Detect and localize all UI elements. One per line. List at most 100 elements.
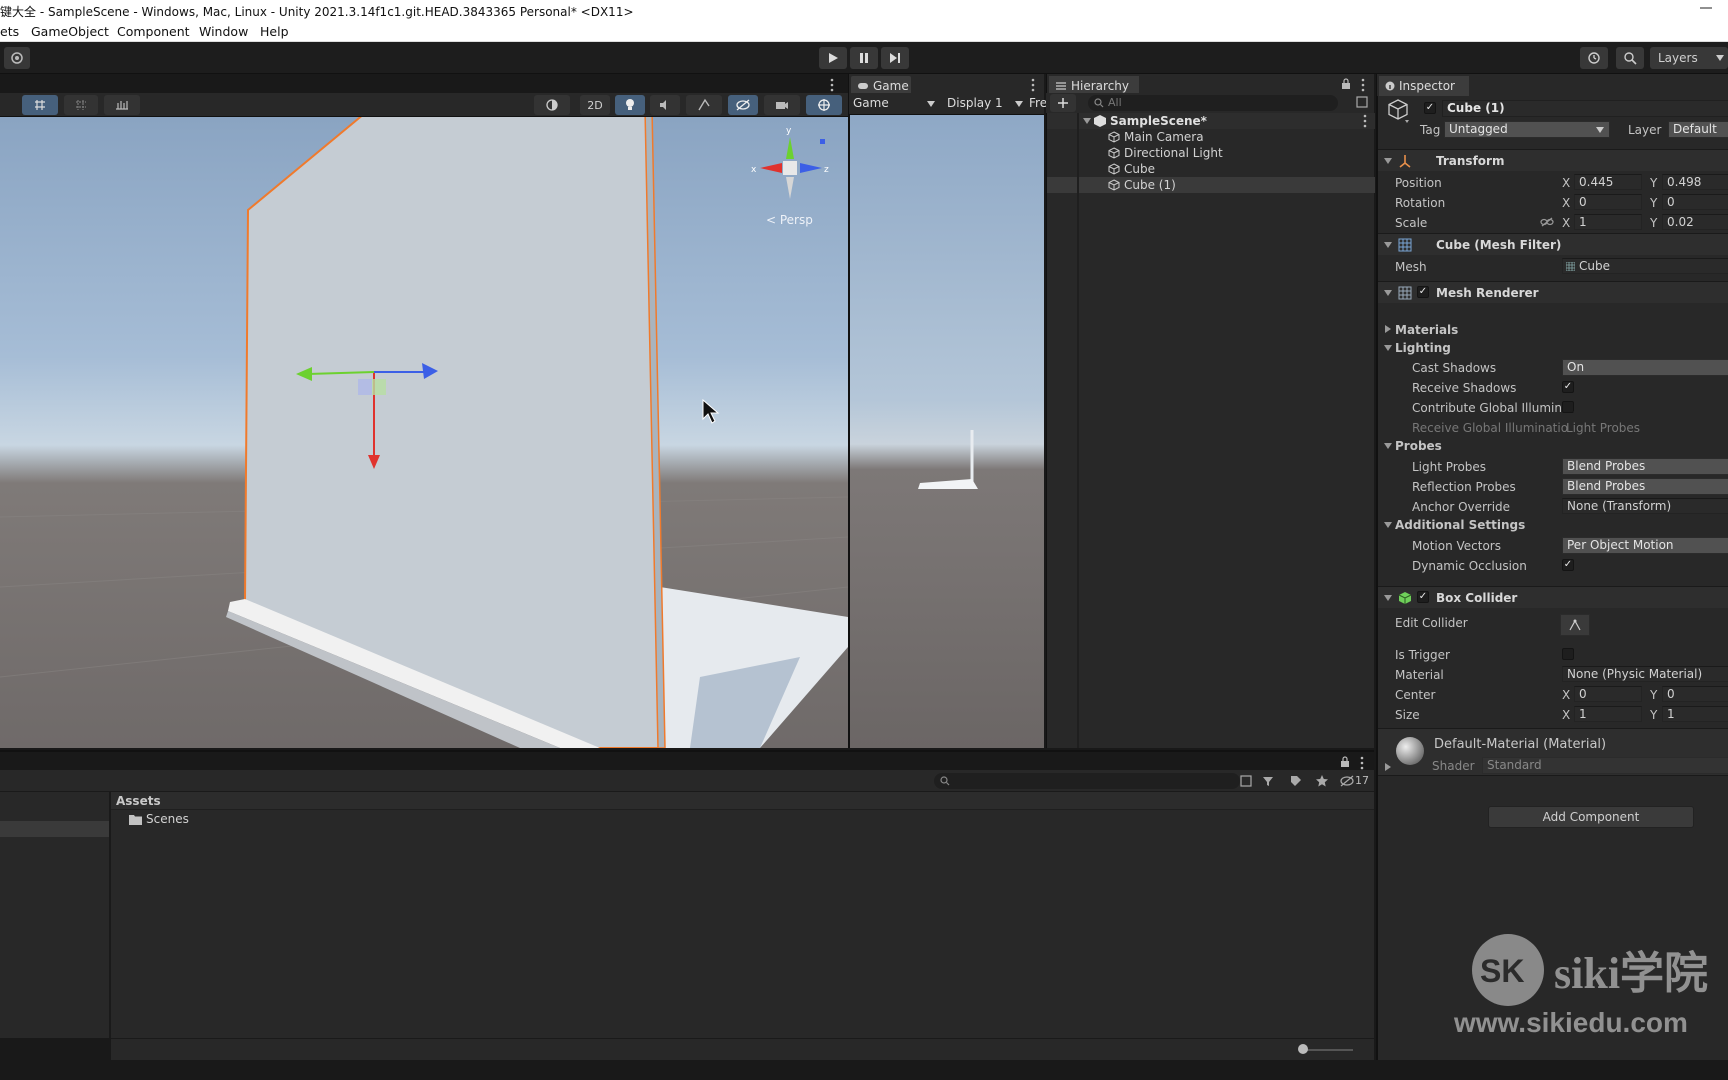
anchor-override-field[interactable]: None (Transform) — [1562, 498, 1728, 514]
transform-header[interactable]: Transform — [1378, 149, 1728, 171]
aspect-dropdown[interactable]: Fre — [1029, 96, 1047, 110]
motion-vectors-dropdown[interactable]: Per Object Motion — [1562, 537, 1728, 554]
icon-size-slider-handle[interactable] — [1298, 1044, 1308, 1054]
camera-settings-button[interactable] — [764, 95, 800, 115]
2d-toggle[interactable]: 2D — [580, 95, 610, 115]
scale-x-field[interactable]: 1 — [1574, 214, 1642, 230]
dynamic-occlusion-checkbox[interactable]: ✓ — [1562, 559, 1574, 571]
scale-y-field[interactable]: 0.02 — [1662, 214, 1728, 230]
layer-dropdown[interactable]: Default — [1668, 121, 1728, 138]
game-viewport[interactable] — [848, 115, 1044, 748]
star-icon[interactable] — [1316, 775, 1328, 787]
scene-viewport[interactable]: y x z < Persp — [0, 117, 848, 748]
scene-search-icon[interactable] — [1356, 96, 1368, 108]
edit-collider-button[interactable] — [1560, 614, 1590, 636]
orientation-gizmo[interactable]: y x z — [751, 126, 829, 199]
probes-foldout[interactable]: Probes — [1395, 439, 1442, 453]
add-component-button[interactable]: Add Component — [1488, 806, 1694, 828]
mesh-renderer-enabled-checkbox[interactable]: ✓ — [1417, 286, 1429, 298]
tab-inspector[interactable]: Inspector — [1379, 76, 1469, 96]
mesh-field[interactable]: Cube — [1562, 258, 1728, 274]
receive-shadows-checkbox[interactable]: ✓ — [1562, 381, 1574, 393]
menu-window[interactable]: Window — [199, 24, 248, 39]
play-button[interactable] — [819, 47, 847, 69]
lock-icon[interactable] — [1340, 756, 1350, 768]
menu-help[interactable]: Help — [260, 24, 289, 39]
selected-cube-wall[interactable] — [243, 117, 664, 748]
hierarchy-item[interactable]: Main Camera — [1047, 129, 1375, 145]
minimize-icon[interactable] — [1698, 0, 1714, 16]
center-label: Center — [1395, 688, 1436, 702]
layers-dropdown[interactable]: Layers — [1650, 47, 1728, 69]
link-icon[interactable] — [1540, 217, 1554, 227]
lock-icon[interactable] — [1341, 78, 1351, 90]
cast-shadows-dropdown[interactable]: On — [1562, 359, 1728, 376]
center-y-field[interactable]: 0 — [1662, 686, 1728, 702]
hidden-packages-icon[interactable] — [1340, 775, 1354, 787]
visibility-toggle[interactable] — [728, 95, 758, 115]
mesh-filter-header[interactable]: Cube (Mesh Filter) — [1378, 233, 1728, 255]
size-x-field[interactable]: 1 — [1574, 706, 1642, 722]
position-y-field[interactable]: 0.498 — [1662, 174, 1728, 190]
more-icon[interactable] — [830, 78, 834, 92]
label-icon[interactable] — [1290, 775, 1302, 787]
additional-settings-foldout[interactable]: Additional Settings — [1395, 518, 1525, 532]
account-button[interactable] — [4, 47, 30, 69]
collider-material-field[interactable]: None (Physic Material) — [1562, 666, 1728, 682]
is-trigger-checkbox[interactable] — [1562, 648, 1574, 660]
display-dropdown[interactable]: Display 1 — [945, 95, 1025, 113]
box-collider-header[interactable]: ✓ Box Collider — [1378, 586, 1728, 608]
increment-snap-button[interactable] — [104, 95, 140, 115]
search-button[interactable] — [1616, 47, 1644, 69]
more-icon[interactable] — [1363, 114, 1367, 128]
persp-label[interactable]: < Persp — [766, 213, 813, 227]
project-search-input[interactable] — [934, 773, 1240, 789]
lighting-foldout[interactable]: Lighting — [1395, 341, 1451, 355]
hierarchy-scene-row[interactable]: SampleScene* — [1047, 113, 1375, 129]
hierarchy-item-selected[interactable]: Cube (1) — [1047, 177, 1375, 193]
create-button[interactable] — [1050, 94, 1076, 112]
center-x-field[interactable]: 0 — [1574, 686, 1642, 702]
tag-dropdown[interactable]: Untagged — [1444, 121, 1610, 138]
rotation-x-field[interactable]: 0 — [1574, 194, 1642, 210]
draw-mode-button[interactable] — [534, 95, 570, 115]
active-checkbox[interactable]: ✓ — [1424, 102, 1436, 114]
size-y-field[interactable]: 1 — [1662, 706, 1728, 722]
materials-foldout[interactable]: Materials — [1395, 323, 1458, 337]
undo-history-button[interactable] — [1580, 47, 1608, 69]
game-view-dropdown[interactable]: Game — [853, 95, 939, 113]
hierarchy-item[interactable]: Directional Light — [1047, 145, 1375, 161]
material-section[interactable]: Default-Material (Material) Shader Stand… — [1378, 728, 1728, 776]
mesh-renderer-header[interactable]: ✓ Mesh Renderer — [1378, 281, 1728, 303]
filter-icon[interactable] — [1262, 775, 1274, 787]
box-collider-enabled-checkbox[interactable]: ✓ — [1417, 591, 1429, 603]
search-by-type-icon[interactable] — [1240, 775, 1252, 787]
shader-dropdown[interactable]: Standard — [1482, 757, 1728, 774]
assets-header[interactable]: Assets — [116, 794, 161, 808]
object-name-field[interactable]: Cube (1) — [1442, 100, 1728, 117]
menu-component[interactable]: Component — [117, 24, 190, 39]
rotation-y-field[interactable]: 0 — [1662, 194, 1728, 210]
menu-gameobject[interactable]: GameObject — [31, 24, 109, 39]
hierarchy-item[interactable]: Cube — [1047, 161, 1375, 177]
menu-assets[interactable]: ets — [0, 24, 19, 39]
icon-size-slider-track[interactable] — [1303, 1049, 1353, 1051]
position-x-field[interactable]: 0.445 — [1574, 174, 1642, 190]
lighting-toggle[interactable] — [615, 95, 645, 115]
audio-toggle[interactable] — [650, 95, 680, 115]
gizmos-button[interactable] — [806, 95, 842, 115]
light-probes-dropdown[interactable]: Blend Probes — [1562, 458, 1728, 475]
reflection-probes-dropdown[interactable]: Blend Probes — [1562, 478, 1728, 495]
more-icon[interactable] — [1360, 756, 1364, 770]
step-button[interactable] — [881, 47, 909, 69]
effects-button[interactable] — [686, 95, 722, 115]
folder-tree-selection[interactable] — [0, 821, 109, 837]
grid-snap-button[interactable] — [22, 95, 58, 115]
grid-visibility-button[interactable] — [64, 95, 98, 115]
more-icon[interactable] — [1361, 78, 1365, 92]
pause-button[interactable] — [850, 47, 878, 69]
scene-render[interactable]: y x z < Persp — [0, 117, 848, 748]
contribute-gi-checkbox[interactable] — [1562, 401, 1574, 413]
more-icon[interactable] — [1031, 78, 1035, 92]
hierarchy-search-input[interactable]: All — [1088, 95, 1338, 111]
